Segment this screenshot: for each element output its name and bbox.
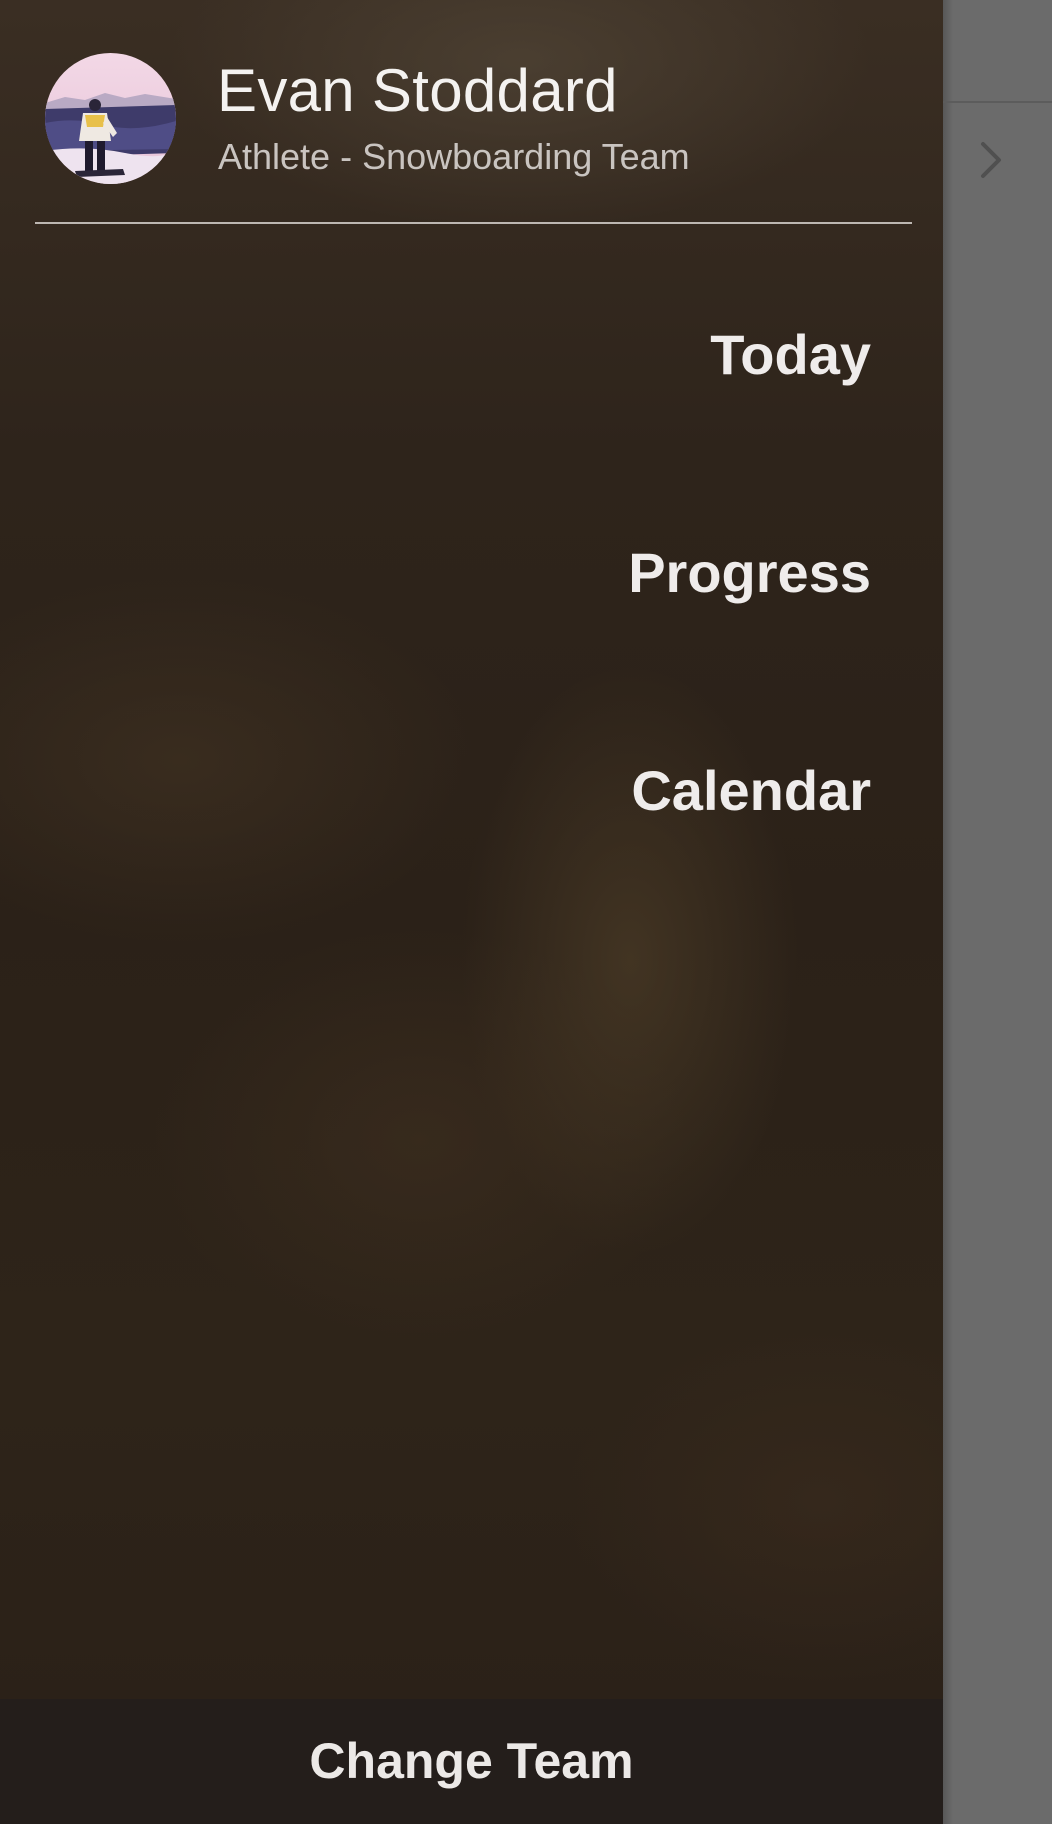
profile-header[interactable]: Evan Stoddard Athlete - Snowboarding Tea… <box>0 0 943 224</box>
snowboarder-photo-icon <box>45 53 176 184</box>
user-name: Evan Stoddard <box>217 57 618 124</box>
menu-item-calendar[interactable]: Calendar <box>631 758 871 823</box>
change-team-button[interactable]: Change Team <box>0 1699 943 1824</box>
drawer-shadow <box>943 0 953 1824</box>
main-screen-divider <box>943 101 1052 103</box>
avatar[interactable] <box>45 53 176 184</box>
drawer-footer: Change Team <box>0 1699 943 1824</box>
menu-item-progress[interactable]: Progress <box>628 540 871 605</box>
header-divider <box>35 222 912 224</box>
chevron-right-icon[interactable] <box>973 138 1013 182</box>
dimmed-main-screen[interactable] <box>943 0 1052 1824</box>
user-role: Athlete - Snowboarding Team <box>218 136 690 177</box>
menu-item-today[interactable]: Today <box>710 322 871 387</box>
navigation-drawer: Evan Stoddard Athlete - Snowboarding Tea… <box>0 0 943 1824</box>
